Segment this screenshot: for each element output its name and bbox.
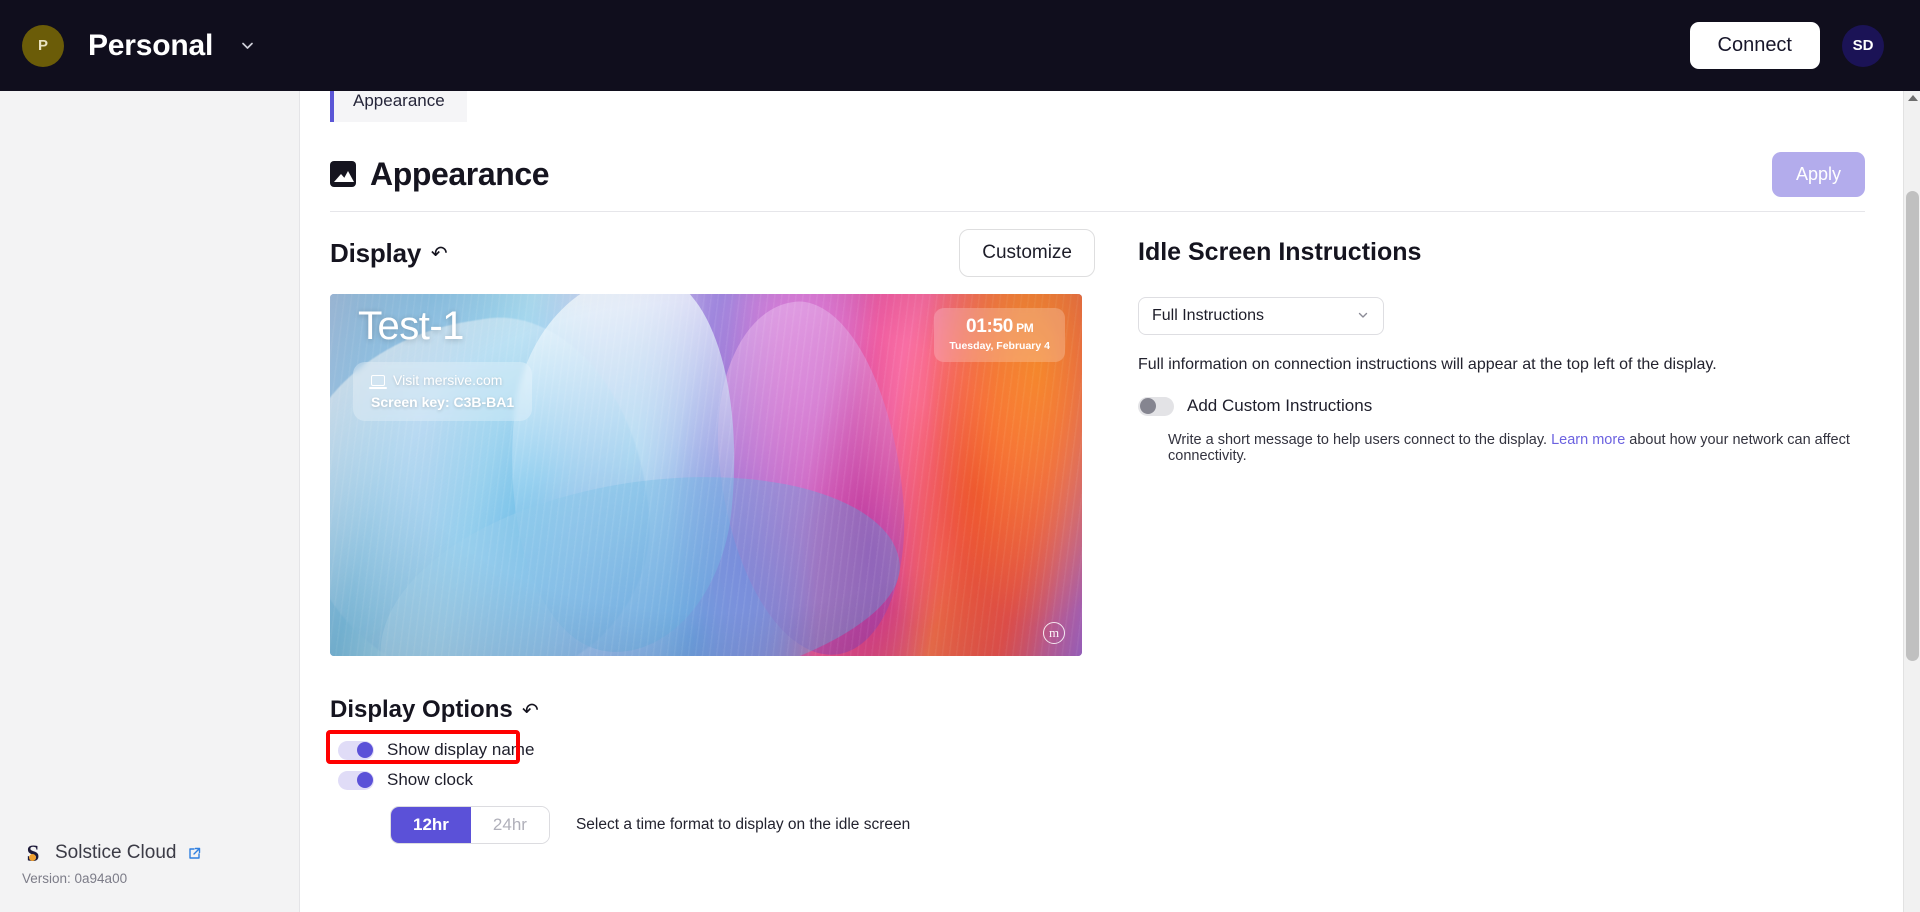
laptop-icon: [369, 374, 387, 389]
idle-screen-column: Idle Screen Instructions Full Instructio…: [1095, 212, 1865, 844]
scrollbar-thumb[interactable]: [1906, 191, 1919, 661]
display-column: Display ↷ Customize Test-1 Visit mersive: [326, 212, 1095, 844]
image-icon: [330, 161, 356, 187]
preview-clock-time: 01:50 PM: [949, 316, 1050, 338]
show-display-name-toggle[interactable]: [338, 740, 374, 760]
preview-display-name: Test-1: [358, 304, 464, 348]
version-text: Version: 0a94a00: [22, 871, 128, 886]
custom-hint-before: Write a short message to help users conn…: [1168, 432, 1552, 448]
customize-button[interactable]: Customize: [959, 229, 1095, 277]
add-custom-instructions-toggle[interactable]: [1138, 396, 1174, 416]
topbar-actions: Connect SD: [1689, 22, 1920, 69]
time-format-12hr[interactable]: 12hr: [391, 807, 471, 843]
preview-visit-row: Visit mersive.com: [369, 372, 514, 389]
idle-instructions-value: Full Instructions: [1152, 307, 1265, 324]
preview-clock-date: Tuesday, February 4: [949, 340, 1050, 352]
idle-screen-title: Idle Screen Instructions: [1138, 238, 1422, 266]
apply-button[interactable]: Apply: [1771, 151, 1865, 197]
chevron-down-icon: [1356, 308, 1370, 325]
user-avatar[interactable]: SD: [1842, 24, 1884, 67]
learn-more-link[interactable]: Learn more: [1551, 432, 1625, 448]
time-format-segmented-control[interactable]: 12hr 24hr: [390, 806, 550, 844]
display-options-section: Display Options ↷ Show display name Show…: [326, 696, 1095, 844]
solstice-logo-icon: S: [26, 840, 40, 866]
display-options-title-text: Display Options: [330, 696, 513, 723]
tab-appearance[interactable]: Appearance: [330, 91, 467, 122]
display-section-header: Display ↷ Customize: [330, 212, 1095, 294]
display-options-title: Display Options ↷: [330, 696, 1095, 724]
page-scrollbar[interactable]: [1903, 91, 1920, 912]
product-link-row[interactable]: S Solstice Cloud: [22, 840, 202, 866]
mersive-watermark-icon: m: [1043, 622, 1065, 644]
custom-instructions-hint: Write a short message to help users conn…: [1138, 432, 1865, 464]
preview-connection-card: Visit mersive.com Screen key: C3B-BA1: [353, 362, 533, 421]
org-avatar: P: [22, 24, 64, 67]
org-name: Personal: [88, 28, 214, 62]
content-columns: Display ↷ Customize Test-1 Visit mersive: [300, 212, 1903, 844]
page-title-text: Appearance: [370, 155, 550, 192]
top-bar: P Personal Connect SD: [0, 0, 1920, 91]
undo-reset-icon[interactable]: ↷: [522, 698, 539, 723]
idle-instructions-description: Full information on connection instructi…: [1138, 356, 1717, 373]
preview-visit-text: Visit mersive.com: [393, 372, 503, 388]
show-clock-label: Show clock: [387, 770, 473, 789]
option-show-display-name[interactable]: Show display name: [330, 735, 1095, 765]
preview-time-ampm: PM: [1016, 321, 1034, 335]
preview-time-value: 01:50: [965, 316, 1014, 337]
page-title: Appearance: [330, 155, 550, 193]
product-name: Solstice Cloud: [55, 842, 177, 863]
main-content: Appearance Appearance Apply Display ↷ Cu…: [300, 91, 1903, 912]
scroll-up-arrow-icon[interactable]: [1908, 95, 1918, 101]
add-custom-instructions-label: Add Custom Instructions: [1187, 396, 1373, 415]
undo-reset-icon[interactable]: ↷: [431, 241, 448, 266]
page-header: Appearance Apply: [300, 137, 1903, 211]
tab-strip: Appearance: [300, 91, 1903, 137]
show-clock-toggle[interactable]: [338, 770, 374, 790]
chevron-down-icon[interactable]: [239, 37, 256, 54]
preview-clock: 01:50 PM Tuesday, February 4: [934, 308, 1065, 362]
time-format-hint: Select a time format to display on the i…: [575, 816, 911, 833]
display-preview: Test-1 Visit mersive.com Screen key: C3B…: [330, 294, 1082, 656]
sidebar-footer: S Solstice Cloud Version: 0a94a00: [22, 842, 202, 886]
idle-instructions-select[interactable]: Full Instructions: [1138, 297, 1384, 335]
connect-button[interactable]: Connect: [1689, 22, 1820, 69]
sidebar: S Solstice Cloud Version: 0a94a00: [0, 91, 300, 912]
external-link-icon[interactable]: [187, 846, 202, 861]
time-format-row: 12hr 24hr Select a time format to displa…: [330, 806, 1095, 844]
display-section-title: Display ↷: [330, 238, 448, 269]
show-display-name-label: Show display name: [387, 740, 535, 759]
preview-screen-key: Screen key: C3B-BA1: [371, 394, 515, 410]
display-title-text: Display: [330, 237, 422, 268]
time-format-24hr[interactable]: 24hr: [470, 807, 549, 843]
option-add-custom-instructions[interactable]: Add Custom Instructions: [1138, 396, 1865, 416]
option-show-clock[interactable]: Show clock: [330, 765, 1095, 795]
